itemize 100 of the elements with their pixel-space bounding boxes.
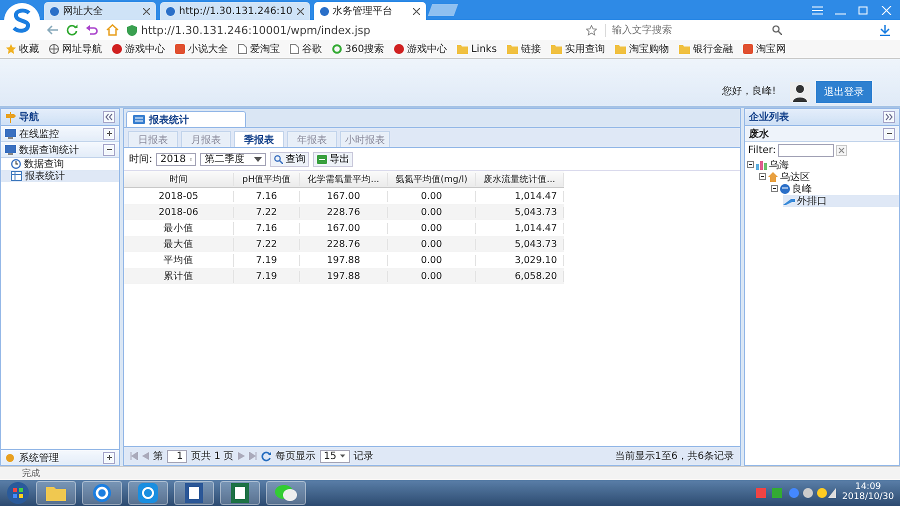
page-tab[interactable]: 报表统计 xyxy=(126,111,246,127)
back-icon[interactable] xyxy=(46,25,58,35)
logout-button[interactable]: 退出登录 xyxy=(816,81,872,103)
export-button[interactable]: 导出 xyxy=(313,152,354,166)
bookmark-link[interactable]: 淘宝网 xyxy=(742,42,786,56)
caret-icon xyxy=(254,156,262,162)
browser-tab[interactable]: 网址大全 xyxy=(44,2,156,20)
tray-icons[interactable] xyxy=(756,487,836,499)
column-header[interactable]: 化学需氧量平均... xyxy=(300,172,388,186)
column-header[interactable]: 废水流量统计值... xyxy=(476,172,564,186)
download-icon[interactable] xyxy=(880,24,890,36)
collapse-button[interactable] xyxy=(103,111,115,123)
year-field[interactable]: 2018 xyxy=(156,152,196,166)
book-icon xyxy=(742,44,753,54)
close-icon[interactable] xyxy=(881,6,892,14)
bookmark-link[interactable]: 银行金融 xyxy=(678,42,733,56)
page-size-dropdown[interactable]: 15 xyxy=(320,450,350,462)
address-field[interactable]: http://1.30.131.246:10001/wpm/index.jsp xyxy=(127,22,597,38)
collapse-icon[interactable] xyxy=(883,128,895,140)
explorer-icon[interactable] xyxy=(36,481,76,505)
bookmark-link[interactable]: 淘宝购物 xyxy=(614,42,669,56)
collapse-icon[interactable] xyxy=(103,144,115,156)
bookmark-link[interactable]: 游戏中心 xyxy=(112,42,165,56)
query-button[interactable]: 查询 xyxy=(270,152,310,166)
page-field[interactable]: 1 xyxy=(167,450,187,462)
column-header[interactable]: 时间 xyxy=(124,172,234,186)
page-label: 第 xyxy=(153,450,163,463)
table-cell: 最小值 xyxy=(124,222,234,234)
table-cell: 1,014.47 xyxy=(476,222,564,234)
globe-icon xyxy=(49,44,59,54)
home-icon[interactable] xyxy=(106,24,119,36)
collapse-icon[interactable] xyxy=(771,184,778,194)
globe-icon xyxy=(780,184,790,194)
document-icon[interactable] xyxy=(174,481,214,505)
search-icon xyxy=(274,154,284,164)
quarter-dropdown[interactable]: 第二季度 xyxy=(200,152,266,166)
tree-item[interactable]: 乌海 xyxy=(747,159,899,171)
bookmark-link[interactable]: 网址导航 xyxy=(49,42,102,56)
filter-field[interactable] xyxy=(778,144,834,157)
records-label: 记录 xyxy=(354,450,374,463)
app-icon[interactable] xyxy=(128,481,168,505)
folder-icon xyxy=(506,44,518,54)
panel-title: 企业列表 xyxy=(749,110,789,124)
nav-item[interactable]: 报表统计 xyxy=(1,170,119,182)
star-icon[interactable] xyxy=(586,24,597,36)
menu-icon[interactable] xyxy=(812,6,823,14)
nav-section[interactable]: 数据查询统计 xyxy=(1,142,119,158)
search-icon[interactable] xyxy=(772,25,782,35)
browser-tab[interactable]: 水务管理平台 xyxy=(314,2,426,20)
clock-icon xyxy=(11,159,21,169)
tree-item[interactable]: 外排口 xyxy=(783,195,899,207)
table-cell: 167.00 xyxy=(300,222,388,234)
table-cell: 228.76 xyxy=(300,206,388,218)
column-header[interactable]: 氨氮平均值(mg/l) xyxy=(388,172,476,186)
chat-icon[interactable] xyxy=(266,481,306,505)
page-size-label: 每页显示 xyxy=(276,450,316,463)
table-cell: 5,043.73 xyxy=(476,206,564,218)
start-button[interactable] xyxy=(6,481,30,505)
refresh-icon[interactable] xyxy=(260,450,272,462)
browser-icon[interactable] xyxy=(82,481,122,505)
folder-icon xyxy=(614,44,626,54)
nav-section[interactable]: 在线监控 xyxy=(1,126,119,142)
table-cell: 0.00 xyxy=(388,270,476,282)
bookmark-link[interactable]: 游戏中心 xyxy=(394,42,448,56)
restore-icon[interactable] xyxy=(858,6,869,14)
bookmark-link[interactable]: 小说大全 xyxy=(175,42,228,56)
spreadsheet-icon[interactable] xyxy=(220,481,260,505)
table-cell: 7.22 xyxy=(234,206,300,218)
column-header[interactable]: pH值平均值 xyxy=(234,172,300,186)
nav-item[interactable]: 数据查询 xyxy=(1,158,119,170)
close-tab-icon[interactable] xyxy=(296,8,304,14)
table-cell: 累计值 xyxy=(124,270,234,282)
collapse-icon[interactable] xyxy=(747,160,754,170)
expand-icon[interactable] xyxy=(103,452,115,464)
undo-icon[interactable] xyxy=(86,24,98,36)
book-icon xyxy=(175,44,185,54)
table-cell: 228.76 xyxy=(300,238,388,250)
bookmark-link[interactable]: 实用查询 xyxy=(550,42,605,56)
close-tab-icon[interactable] xyxy=(143,8,150,14)
page-count-label: 页共 1 页 xyxy=(191,450,234,463)
bookmark-link[interactable]: 收藏 xyxy=(6,42,39,56)
table-cell: 7.16 xyxy=(234,222,300,234)
bookmark-link[interactable]: Links xyxy=(457,44,497,54)
browser-tab[interactable]: http://1.30.131.246:10 xyxy=(160,2,310,20)
refresh-icon[interactable] xyxy=(66,24,78,36)
greeting-text: 您好，良峰! xyxy=(722,84,776,98)
collapse-icon[interactable] xyxy=(759,172,766,182)
close-tab-icon[interactable] xyxy=(412,8,420,14)
nav-section[interactable]: 系统管理 xyxy=(1,449,119,465)
signpost-icon xyxy=(5,112,16,122)
clear-icon[interactable] xyxy=(836,145,847,156)
bookmark-link[interactable]: 谷歌 xyxy=(290,42,322,56)
bookmark-link[interactable]: 360搜索 xyxy=(332,42,384,56)
bookmark-link[interactable]: 爱淘宝 xyxy=(238,42,280,56)
tree-item[interactable]: 良峰 xyxy=(771,183,899,195)
tree-item[interactable]: 乌达区 xyxy=(759,171,899,183)
collapse-button[interactable] xyxy=(883,111,895,123)
bookmark-link[interactable]: 链接 xyxy=(506,42,541,56)
expand-icon[interactable] xyxy=(103,128,115,140)
report-tab[interactable]: 季报表 xyxy=(234,131,284,147)
